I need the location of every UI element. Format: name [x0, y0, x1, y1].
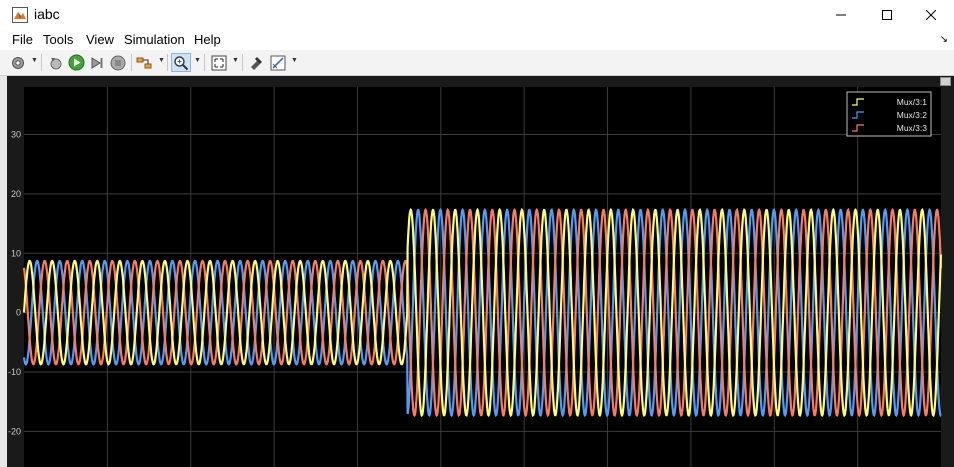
signal-selector-dropdown-icon[interactable]: ▼: [158, 57, 165, 64]
edit-cursors-button[interactable]: [268, 53, 288, 72]
highlight-block-button[interactable]: [246, 53, 266, 72]
left-edge-strip: [0, 76, 7, 467]
dock-arrow-icon[interactable]: ↘: [940, 34, 948, 45]
edit-cursors-dropdown-icon[interactable]: ▼: [291, 57, 298, 64]
window-title: iabc: [34, 6, 60, 22]
plot-panel: [7, 76, 954, 467]
menu-tools[interactable]: Tools: [43, 32, 73, 47]
menu-bar: File Tools View Simulation Help ↘: [0, 30, 954, 50]
menu-help[interactable]: Help: [194, 32, 221, 47]
step-forward-button[interactable]: [87, 53, 107, 72]
edit-cursors-icon: [270, 55, 286, 70]
gear-icon: [12, 56, 24, 69]
autoscale-icon: [211, 55, 227, 70]
settings-button[interactable]: [8, 53, 28, 72]
step-back-button[interactable]: [46, 53, 66, 72]
menu-simulation[interactable]: Simulation: [124, 32, 185, 47]
zoom-dropdown-icon[interactable]: ▼: [194, 57, 201, 64]
step-back-icon: [50, 57, 62, 69]
toolbar: ▼ ▼ ▼ ▼ ▼: [0, 50, 954, 76]
minimize-button[interactable]: [818, 0, 864, 30]
toolbar-separator: [242, 54, 243, 71]
signal-selector-button[interactable]: [135, 53, 155, 72]
run-icon: [68, 54, 84, 71]
settings-dropdown-icon[interactable]: ▼: [31, 57, 38, 64]
toolbar-separator: [167, 54, 168, 71]
undock-plot-icon[interactable]: [940, 77, 951, 86]
autoscale-dropdown-icon[interactable]: ▼: [232, 57, 239, 64]
matlab-app-icon: [12, 7, 28, 23]
toolbar-separator: [41, 54, 42, 71]
run-button[interactable]: [66, 53, 86, 72]
autoscale-button[interactable]: [209, 53, 229, 72]
toolbar-separator: [204, 54, 205, 71]
window-title-bar: iabc: [0, 0, 954, 30]
close-button[interactable]: [908, 0, 954, 30]
signal-selector-icon: [136, 57, 152, 68]
minimize-icon: [836, 14, 846, 16]
highlight-block-icon: [251, 56, 262, 70]
toolbar-separator: [131, 54, 132, 71]
zoom-in-button[interactable]: [171, 53, 191, 72]
step-forward-icon: [91, 56, 103, 69]
maximize-button[interactable]: [864, 0, 910, 30]
stop-icon: [110, 55, 126, 70]
stop-button[interactable]: [108, 53, 128, 72]
menu-view[interactable]: View: [86, 32, 114, 47]
maximize-icon: [882, 10, 892, 20]
zoom-in-icon: [174, 55, 189, 70]
close-icon: [926, 10, 936, 20]
menu-file[interactable]: File: [12, 32, 33, 47]
